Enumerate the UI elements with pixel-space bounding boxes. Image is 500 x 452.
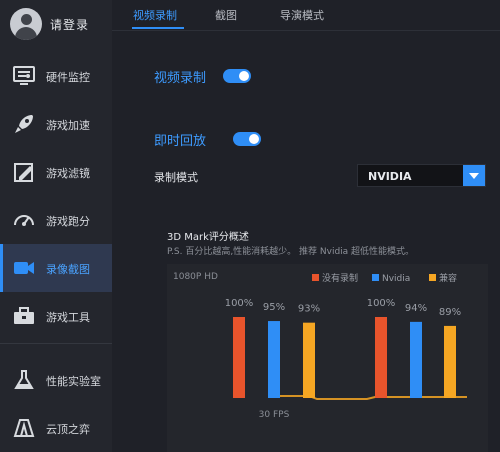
sidebar-item-performance-lab[interactable]: 性能实验室: [0, 356, 112, 404]
legend-swatch: [312, 274, 319, 281]
rocket-icon: [15, 115, 33, 133]
chart-bar: [444, 325, 456, 398]
avatar: [10, 8, 42, 40]
tab-screenshot[interactable]: 截图: [215, 7, 237, 23]
chart-bar: [268, 321, 280, 398]
bar-value-label: 89%: [439, 307, 461, 318]
chart-bar: [410, 321, 422, 398]
sidebar-item-label: 游戏跑分: [46, 215, 90, 228]
legend-swatch: [372, 274, 379, 281]
bar-value-label: 95%: [263, 302, 285, 313]
sidebar-item-game-benchmark[interactable]: 游戏跑分: [0, 196, 112, 244]
benchmark-chart-svg: 没有录制 Nvidia 兼容 100% 95% 93% 100% 94% 89% 30 FPS: [225, 272, 467, 420]
record-mode-value: NVIDIA: [368, 170, 412, 183]
legend-label: Nvidia: [382, 274, 410, 284]
bar-value-label: 100%: [225, 298, 254, 309]
bar-value-label: 94%: [405, 303, 427, 314]
tab-bar: 视频录制 截图 导演模式: [112, 0, 500, 31]
instant-replay-label: 即时回放: [154, 134, 207, 149]
record-mode-select[interactable]: NVIDIA: [357, 164, 486, 187]
benchmark-title: 3D Mark评分概述: [167, 232, 249, 243]
sidebar-item-recording-screenshot[interactable]: 录像截图: [0, 244, 112, 292]
tab-video-record[interactable]: 视频录制: [133, 7, 177, 23]
sidebar-item-tft[interactable]: 云顶之弈: [0, 404, 112, 452]
flask-icon: [14, 370, 34, 389]
login-button[interactable]: 请登录: [0, 0, 112, 48]
sidebar-item-label: 性能实验室: [46, 375, 101, 388]
filter-edit-icon: [14, 163, 33, 182]
toolbox-icon: [14, 307, 34, 324]
instant-replay-toggle[interactable]: [233, 132, 261, 146]
video-camera-icon: [14, 262, 34, 274]
tab-director-mode[interactable]: 导演模式: [280, 7, 324, 23]
legend-swatch: [429, 274, 436, 281]
legend-label: 兼容: [439, 272, 457, 284]
benchmark-note: P.S. 百分比越高,性能消耗越少。 推荐 Nvidia 超低性能模式。: [167, 247, 415, 257]
hardware-monitor-icon: [13, 66, 35, 85]
legend-label: 没有录制: [322, 272, 358, 284]
record-mode-label: 录制模式: [154, 171, 198, 184]
sidebar-item-label: 录像截图: [46, 263, 90, 276]
chart-bar: [375, 317, 387, 398]
active-tab-indicator: [132, 27, 184, 29]
chevron-down-icon[interactable]: [463, 165, 485, 186]
sidebar-item-hardware-monitor[interactable]: 硬件监控: [0, 52, 112, 100]
chart-bar: [233, 317, 245, 398]
speedometer-icon: [14, 215, 34, 226]
sidebar-item-game-tools[interactable]: 游戏工具: [0, 292, 112, 340]
tft-icon: [13, 419, 35, 437]
bar-value-label: 100%: [367, 298, 396, 309]
login-label: 请登录: [50, 18, 90, 32]
video-record-toggle[interactable]: [223, 69, 251, 83]
sidebar-item-game-filter[interactable]: 游戏滤镜: [0, 148, 112, 196]
x-axis-label: 30 FPS: [259, 410, 290, 420]
bar-value-label: 93%: [298, 304, 320, 315]
sidebar-item-label: 游戏滤镜: [46, 167, 90, 180]
sidebar-item-label: 硬件监控: [46, 71, 90, 84]
sidebar: 请登录 硬件监控 游戏加速 游戏滤镜 游戏跑分 录像截图 游戏工具 性能实验室 …: [0, 0, 112, 452]
chart-bar: [303, 322, 315, 398]
video-record-label: 视频录制: [154, 71, 207, 86]
sidebar-item-label: 游戏加速: [46, 119, 90, 132]
sidebar-item-label: 云顶之弈: [46, 423, 90, 436]
sidebar-item-game-acceleration[interactable]: 游戏加速: [0, 100, 112, 148]
sidebar-item-label: 游戏工具: [46, 311, 90, 324]
sidebar-divider: [0, 343, 112, 344]
benchmark-chart: 1080P HD 没有录制 Nvidia 兼容 100% 95% 93% 100% 94% 89…: [167, 264, 488, 452]
